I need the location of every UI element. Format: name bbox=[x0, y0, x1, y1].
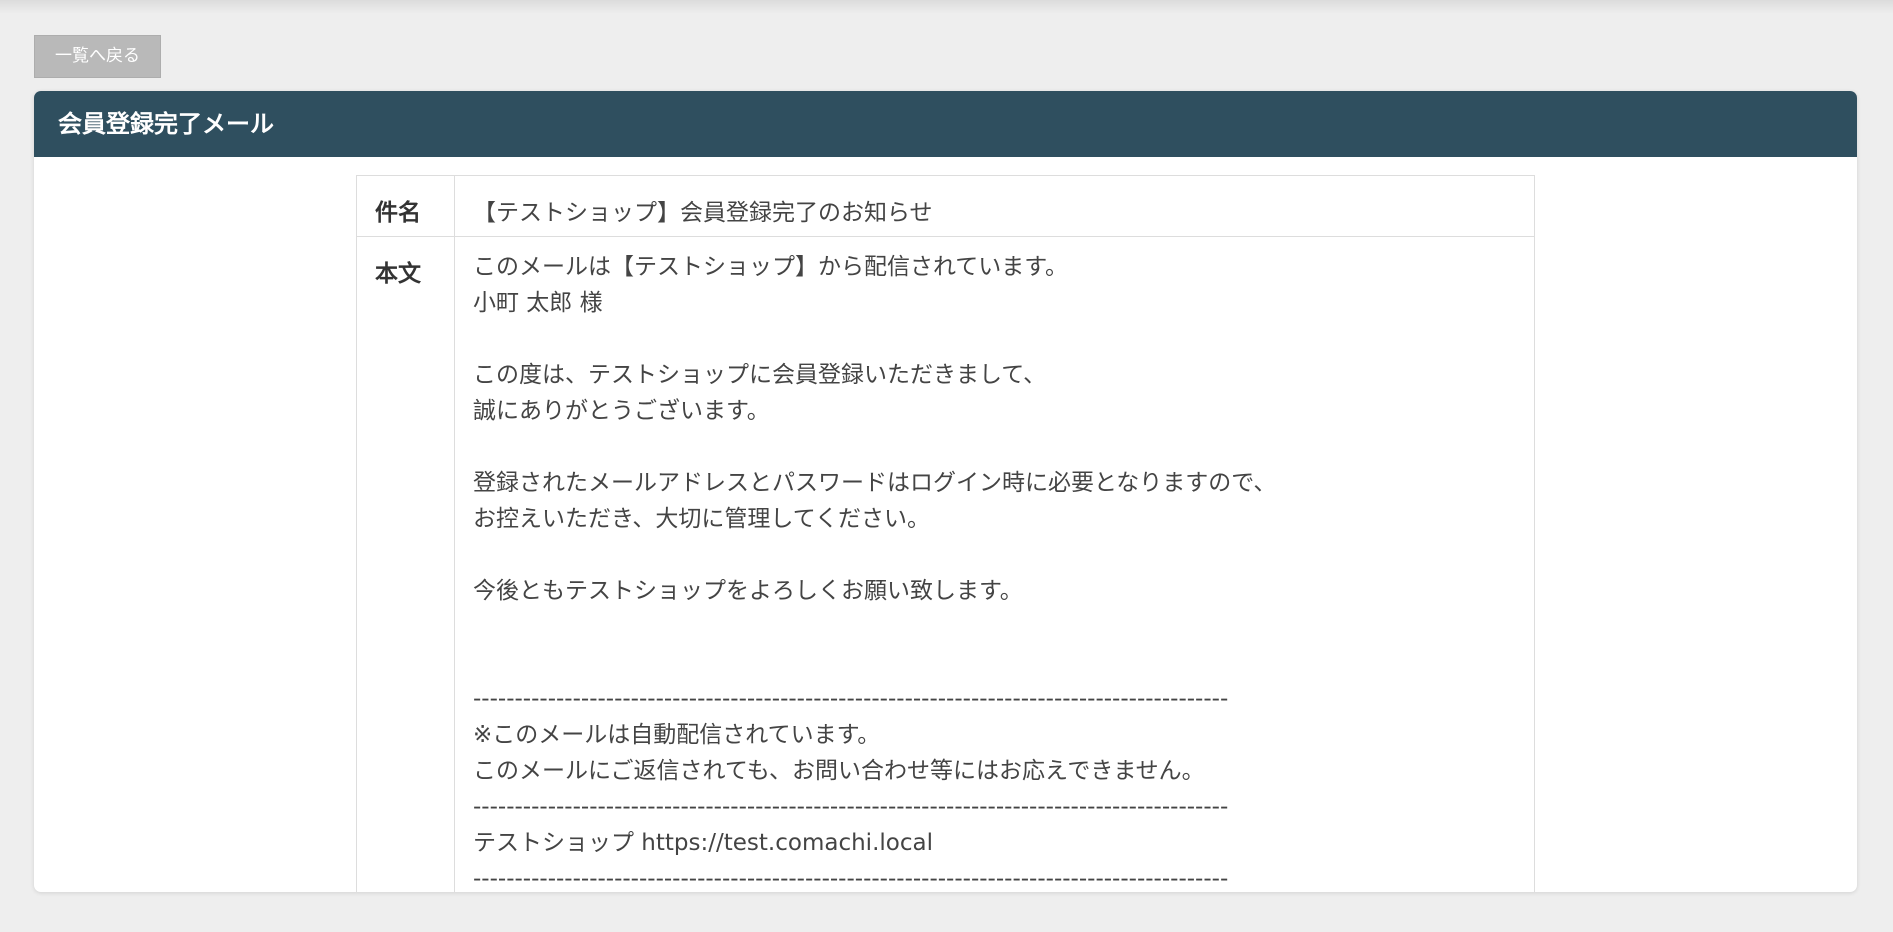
subject-value: 【テストショップ】会員登録完了のお知らせ bbox=[454, 175, 1535, 237]
top-shadow bbox=[0, 0, 1893, 14]
subject-row: 件名 【テストショップ】会員登録完了のお知らせ bbox=[356, 175, 1535, 237]
back-to-list-button[interactable]: 一覧へ戻る bbox=[34, 35, 161, 78]
body-value: このメールは【テストショップ】から配信されています。 小町 太郎 様 この度は、… bbox=[473, 254, 1277, 892]
mail-detail-table: 件名 【テストショップ】会員登録完了のお知らせ 本文 このメールは【テストショッ… bbox=[356, 175, 1535, 892]
body-row: 本文 このメールは【テストショップ】から配信されています。 小町 太郎 様 この… bbox=[356, 236, 1535, 892]
body-cell: このメールは【テストショップ】から配信されています。 小町 太郎 様 この度は、… bbox=[454, 236, 1535, 892]
body-label: 本文 bbox=[356, 236, 455, 892]
panel-title: 会員登録完了メール bbox=[34, 91, 1857, 157]
mail-detail-panel: 会員登録完了メール 件名 【テストショップ】会員登録完了のお知らせ 本文 このメ… bbox=[34, 91, 1857, 892]
subject-label: 件名 bbox=[356, 175, 455, 237]
